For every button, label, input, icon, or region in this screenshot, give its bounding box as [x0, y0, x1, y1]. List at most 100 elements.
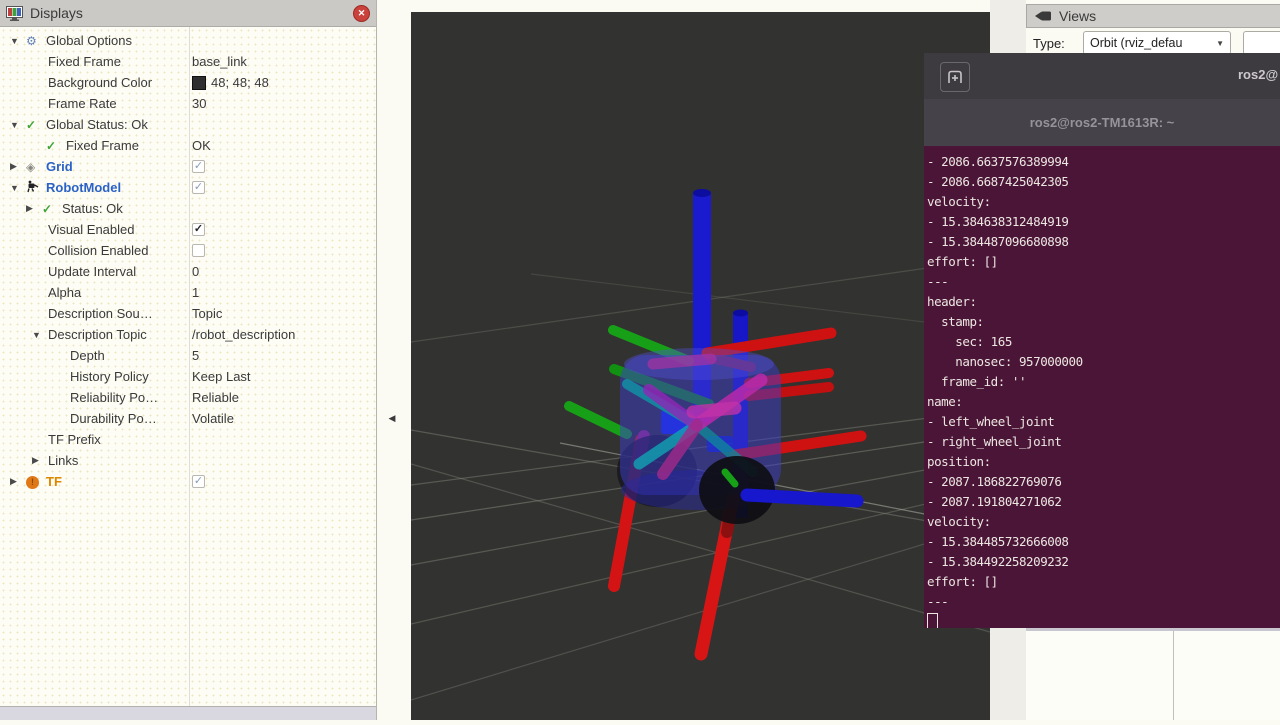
row-value: 5 — [192, 348, 199, 363]
row-label: Links — [48, 453, 78, 468]
view-type-dropdown[interactable]: Orbit (rviz_defau ▼ — [1083, 31, 1231, 55]
row-label: Depth — [70, 348, 105, 363]
views-list-area[interactable] — [1026, 628, 1280, 720]
displays-panel-footer — [0, 706, 376, 720]
row-label: Reliability Po… — [70, 390, 158, 405]
expand-arrow-icon[interactable]: ▶ — [10, 161, 26, 172]
display-tree-row[interactable]: Update Interval0 — [0, 261, 376, 282]
display-tree-row[interactable]: TF Prefix — [0, 429, 376, 450]
row-checkbox[interactable]: ✓ — [192, 181, 205, 194]
views-panel-header[interactable]: Views — [1026, 4, 1280, 28]
expand-arrow-icon[interactable]: ▼ — [10, 120, 26, 130]
display-tree-row[interactable]: Background Color48; 48; 48 — [0, 72, 376, 93]
row-value-cell[interactable]: 48; 48; 48 — [192, 72, 269, 93]
expand-arrow-icon[interactable]: ▼ — [10, 36, 26, 46]
tf-warning-badge: ! — [26, 476, 39, 489]
expand-arrow-icon[interactable]: ▶ — [32, 455, 48, 466]
display-tree-row[interactable]: Alpha1 — [0, 282, 376, 303]
new-tab-button[interactable] — [940, 62, 970, 92]
row-value-cell[interactable]: ✓ — [192, 177, 205, 198]
terminal-cursor — [927, 613, 938, 628]
expand-arrow-icon[interactable]: ▼ — [32, 330, 48, 340]
terminal-line: - 15.384487096680898 — [927, 232, 1280, 252]
display-tree-row[interactable]: History Policy Keep Last — [0, 366, 376, 387]
row-value-cell[interactable]: /robot_description — [192, 324, 295, 345]
row-checkbox[interactable] — [192, 244, 205, 257]
row-value-cell[interactable]: 5 — [192, 345, 199, 366]
terminal-titlebar[interactable]: ros2@ — [924, 53, 1280, 100]
display-tree-row[interactable]: Fixed Framebase_link — [0, 51, 376, 72]
row-value: 1 — [192, 285, 199, 300]
terminal-line: - 2086.6637576389994 — [927, 152, 1280, 172]
row-label: Visual Enabled — [48, 222, 135, 237]
view-type-label: Type: — [1033, 36, 1065, 51]
display-tree-row[interactable]: ▶✓Status: Ok — [0, 198, 376, 219]
row-value-cell[interactable]: 1 — [192, 282, 199, 303]
row-value-cell[interactable]: Topic — [192, 303, 222, 324]
terminal-line: - 2086.6687425042305 — [927, 172, 1280, 192]
row-checkbox[interactable]: ✓ — [192, 475, 205, 488]
panel-collapse-arrow-icon[interactable]: ◀ — [386, 410, 398, 426]
row-value: 30 — [192, 96, 206, 111]
displays-panel: Displays ✕ ▼⚙Global OptionsFixed Frameba… — [0, 0, 377, 720]
row-value-cell[interactable]: Reliable — [192, 387, 239, 408]
displays-panel-header[interactable]: Displays ✕ — [0, 0, 376, 27]
terminal-tab-bar[interactable]: ros2@ros2-TM1613R: ~ — [924, 99, 1280, 146]
display-tree-row[interactable]: Durability Po…Volatile — [0, 408, 376, 429]
display-tree-row[interactable]: Description Sou…Topic — [0, 303, 376, 324]
display-tree-row[interactable]: Depth 5 — [0, 345, 376, 366]
row-value-cell[interactable]: ✓ — [192, 156, 205, 177]
display-tree-row[interactable]: Visual Enabled ✓ — [0, 219, 376, 240]
status-ok-check-icon: ✓ — [42, 203, 62, 215]
status-ok-check-icon: ✓ — [26, 119, 46, 131]
3d-viewport[interactable] — [411, 12, 990, 720]
display-tree-row[interactable]: ▼⚙Global Options — [0, 30, 376, 51]
terminal-line: header: — [927, 292, 1280, 312]
display-tree-row[interactable]: ▶Links — [0, 450, 376, 471]
row-label: Description Topic — [48, 327, 147, 342]
row-label: Collision Enabled — [48, 243, 148, 258]
view-type-value: Orbit (rviz_defau — [1090, 36, 1182, 50]
terminal-line: name: — [927, 392, 1280, 412]
zero-button[interactable]: Ze — [1243, 31, 1280, 55]
robot-model-render — [411, 12, 990, 720]
row-value-cell[interactable]: 30 — [192, 93, 206, 114]
terminal-line: frame_id: '' — [927, 372, 1280, 392]
terminal-line: velocity: — [927, 192, 1280, 212]
chevron-down-icon: ▼ — [1216, 39, 1224, 48]
row-value: Topic — [192, 306, 222, 321]
expand-arrow-icon[interactable]: ▼ — [10, 183, 26, 193]
row-value-cell[interactable]: OK — [192, 135, 211, 156]
row-value-cell[interactable] — [192, 240, 205, 261]
expand-arrow-icon[interactable]: ▶ — [10, 476, 26, 487]
terminal-window[interactable]: ros2@ ros2@ros2-TM1613R: ~ - 2086.663757… — [924, 53, 1280, 628]
terminal-line: position: — [927, 452, 1280, 472]
row-label: History Policy — [70, 369, 149, 384]
display-tree-row[interactable]: Collision Enabled — [0, 240, 376, 261]
terminal-output[interactable]: - 2086.6637576389994- 2086.6687425042305… — [924, 146, 1280, 628]
display-tree-row[interactable]: ▶!TF✓ — [0, 471, 376, 492]
display-tree-row[interactable]: ▼✓Global Status: Ok — [0, 114, 376, 135]
row-value-cell[interactable]: ✓ — [192, 471, 205, 492]
terminal-tab-title: ros2@ros2-TM1613R: ~ — [1030, 115, 1175, 130]
row-checkbox[interactable]: ✓ — [192, 223, 205, 236]
row-value-cell[interactable]: Keep Last — [192, 366, 251, 387]
row-value-cell[interactable]: base_link — [192, 51, 247, 72]
display-tree-row[interactable]: Frame Rate30 — [0, 93, 376, 114]
property-column-divider[interactable] — [189, 27, 190, 707]
terminal-line: --- — [927, 272, 1280, 292]
views-list-divider — [1173, 631, 1174, 720]
display-tree-row[interactable]: ✓Fixed FrameOK — [0, 135, 376, 156]
row-value-cell[interactable]: ✓ — [192, 219, 205, 240]
terminal-lines: - 2086.6637576389994- 2086.6687425042305… — [927, 152, 1280, 612]
row-value-cell[interactable]: 0 — [192, 261, 199, 282]
display-tree-row[interactable]: ▼Description Topic/robot_description — [0, 324, 376, 345]
row-value-cell[interactable]: Volatile — [192, 408, 234, 429]
row-label: Global Status: Ok — [46, 117, 148, 132]
expand-arrow-icon[interactable]: ▶ — [26, 203, 42, 214]
display-tree-row[interactable]: Reliability Po… Reliable — [0, 387, 376, 408]
close-icon[interactable]: ✕ — [353, 5, 370, 22]
display-tree-row[interactable]: ▶◈Grid✓ — [0, 156, 376, 177]
row-checkbox[interactable]: ✓ — [192, 160, 205, 173]
display-tree-row[interactable]: ▼RobotModel✓ — [0, 177, 376, 198]
